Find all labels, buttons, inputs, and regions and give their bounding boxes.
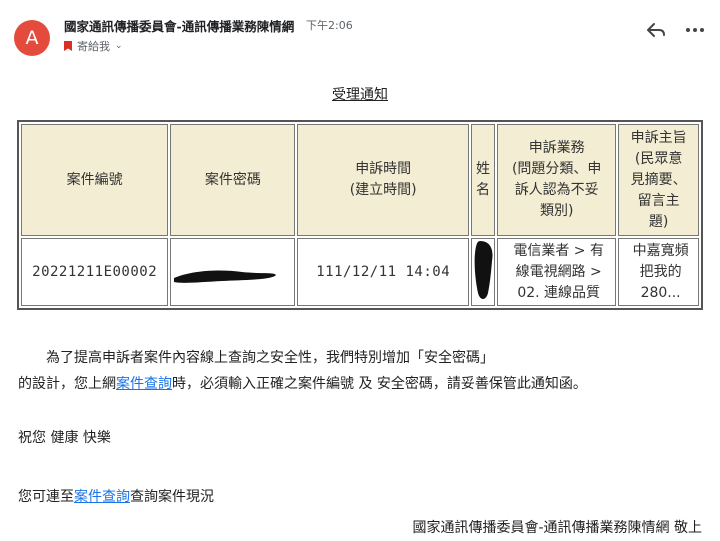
status-query-line: 您可連至案件查詢查詢案件現況 [18,489,214,505]
case-status-link[interactable]: 案件查詢 [74,489,130,505]
case-table: 案件編號 案件密碼 申訴時間 (建立時間) 姓名 申訴業務 (問題分類、申 訴人認為… [17,120,703,310]
chevron-down-icon: ⌄ [115,41,123,51]
header-case-password: 案件密碼 [170,124,296,236]
complaint-time-cell: 111/12/11 14:04 [297,238,469,306]
name-cell [470,238,496,306]
name-redaction [474,241,493,299]
case-password-cell [170,238,296,306]
header-case-number: 案件編號 [21,124,169,236]
signature: 國家通訊傳播委員會-通訊傳播業務陳情網 敬上 [412,520,702,536]
header-complaint-time: 申訴時間 (建立時間) [297,124,469,236]
important-tag-icon [64,41,72,51]
email-header: A 國家通訊傳播委員會-通訊傳播業務陳情網 下午2:06 寄給我 ⌄ [0,0,720,60]
notice-title: 受理通知 [332,87,388,103]
recipient-dropdown[interactable]: 寄給我 ⌄ [64,38,123,54]
case-number-cell: 20221211E00002 [21,238,169,306]
security-paragraph-line2: 的設計，您上網案件查詢時，必須輸入正確之案件編號 及 安全密碼，請妥善保管此通知… [18,376,587,392]
security-paragraph-line1: 為了提高申訴者案件內容線上查詢之安全性，我們特別增加「安全密碼」 [46,350,494,366]
sender-name: 國家通訊傳播委員會-通訊傳播業務陳情網 [64,19,295,34]
table-header-row: 案件編號 案件密碼 申訴時間 (建立時間) 姓名 申訴業務 (問題分類、申 訴人認為… [21,124,699,236]
table-row: 20221211E00002 111/12/11 14:04 電信業者 > 有線… [21,238,699,306]
password-redaction [172,242,293,302]
greeting: 祝您 健康 快樂 [18,430,111,446]
recipient-label: 寄給我 [77,40,110,53]
case-query-link[interactable]: 案件查詢 [116,376,172,392]
complaint-business-cell: 電信業者 > 有線電視網路 >02. 連線品質 [497,238,617,306]
more-options-icon[interactable] [683,18,707,42]
header-complaint-subject: 申訴主旨 (民眾意 見摘要、 留言主 題) [618,124,699,236]
complaint-subject-cell: 中嘉寬頻 把我的 280... [618,238,699,306]
reply-icon[interactable] [644,18,668,42]
header-name: 姓名 [470,124,496,236]
received-time: 下午2:06 [306,19,353,32]
header-complaint-business: 申訴業務 (問題分類、申 訴人認為不妥 類別) [497,124,617,236]
sender-avatar[interactable]: A [14,20,50,56]
